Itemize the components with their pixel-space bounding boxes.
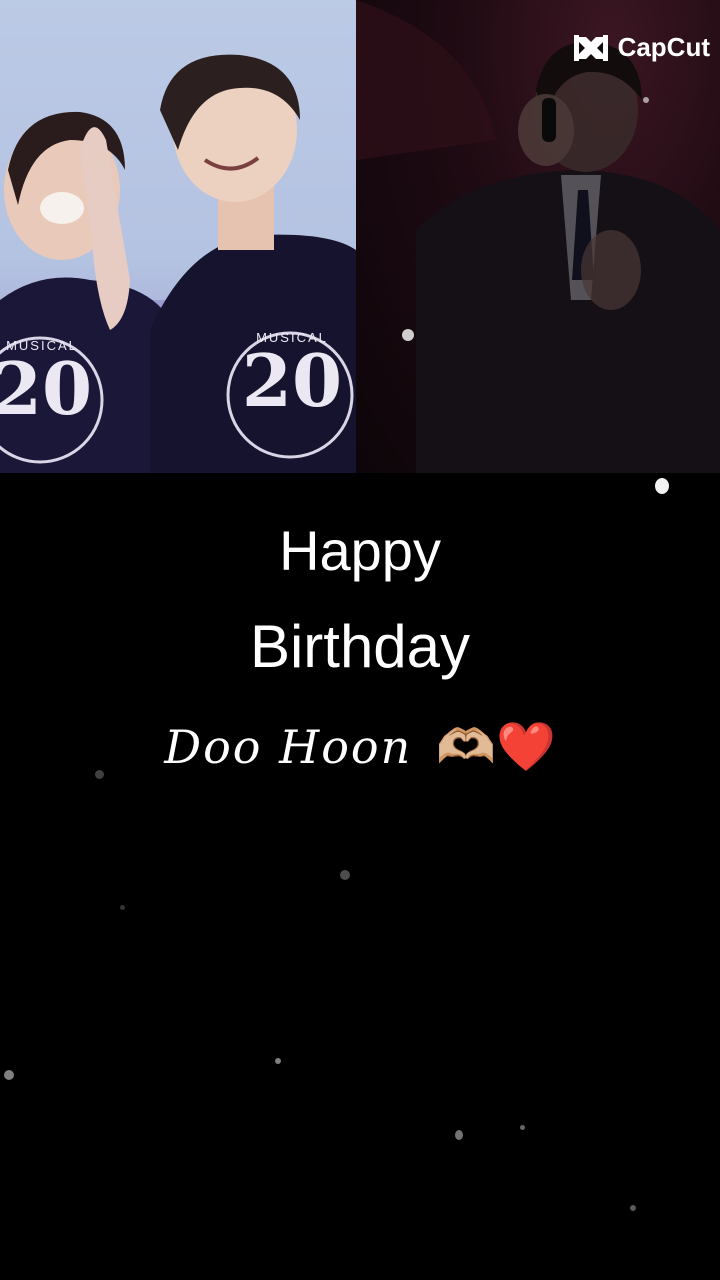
dust-particle (520, 1125, 525, 1130)
dust-particle (4, 1070, 14, 1080)
dust-particle (340, 870, 350, 880)
dust-particle (655, 478, 669, 494)
greeting-line-1: Happy (279, 519, 441, 582)
dust-particle (455, 1130, 463, 1140)
greeting-line-2: Birthday (249, 613, 471, 680)
shirt-emblem-right: MUSICAL 20 (232, 330, 352, 417)
signature-line: Doo Hoon 🫶🏼❤️ (0, 718, 720, 775)
capcut-watermark: CapCut (572, 32, 710, 63)
dust-particle (630, 1205, 636, 1211)
dust-particle (120, 905, 125, 910)
capcut-label: CapCut (617, 32, 710, 62)
heart-hands-emoji: 🫶🏼❤️ (436, 719, 556, 775)
shirt-number: 20 (0, 346, 93, 431)
right-photo: CapCut (356, 0, 720, 473)
shirt-number: 20 (241, 338, 343, 423)
capcut-logo-icon (573, 34, 608, 61)
signature-name: Doo Hoon (164, 720, 413, 774)
left-photo: MUSICAL 20 MUSICAL 20 (0, 0, 356, 473)
dust-particle (275, 1058, 281, 1064)
singer-illustration (356, 0, 720, 473)
shirt-emblem-left: MUSICAL 20 (0, 338, 102, 425)
